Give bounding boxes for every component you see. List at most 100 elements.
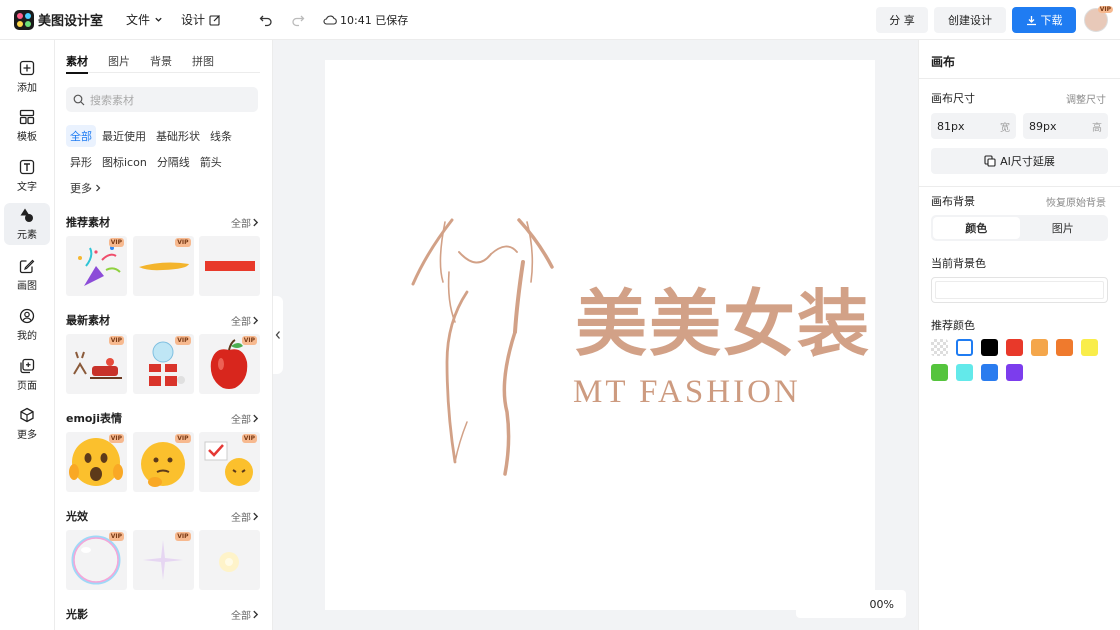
rail-label: 模板 (17, 132, 37, 143)
chevron-right-icon (253, 414, 259, 422)
template-icon (19, 109, 35, 125)
swatch-purple[interactable] (1006, 364, 1023, 381)
swatch-green[interactable] (931, 364, 948, 381)
see-all-label: 全部 (231, 610, 251, 622)
asset-glow[interactable] (199, 530, 260, 590)
swatch-light-orange[interactable] (1031, 339, 1048, 356)
vip-badge: VIP (108, 434, 124, 443)
tab-collage[interactable]: 拼图 (192, 53, 214, 73)
asset-red-bar[interactable] (199, 236, 260, 296)
ai-resize-button[interactable]: AI尺寸延展 (931, 148, 1108, 174)
red-bar-icon (205, 261, 255, 271)
zoom-level: 00% (869, 597, 894, 611)
share-button[interactable]: 分 享 (876, 7, 928, 33)
see-all-link[interactable]: 全部 (231, 215, 260, 230)
design-canvas[interactable]: 美美女装 MT FASHION (325, 60, 875, 610)
chip-all[interactable]: 全部 (66, 125, 96, 147)
vip-badge: VIP (108, 532, 124, 541)
rail-item-mine[interactable]: 我的 (4, 304, 50, 346)
rail-item-text[interactable]: 文字 (4, 155, 50, 197)
see-all-link[interactable]: 全部 (231, 411, 260, 426)
rail-item-more[interactable]: 更多 (4, 403, 50, 445)
app-logo[interactable]: 美图设计室 (14, 9, 114, 30)
chip-lines[interactable]: 线条 (206, 125, 236, 147)
ai-resize-label: AI尺寸延展 (1000, 155, 1055, 168)
section-title: 推荐素材 (66, 216, 110, 229)
download-icon (1026, 15, 1036, 25)
tool-rail: 添加 模板 文字 元素 画图 我的 页面 更多 (0, 40, 55, 630)
asset-sparkle[interactable]: VIP (132, 530, 194, 590)
tab-image[interactable]: 图片 (1020, 217, 1107, 239)
file-menu-label: 文件 (126, 13, 151, 27)
vip-badge: VIP (175, 238, 191, 247)
see-all-link[interactable]: 全部 (231, 313, 260, 328)
section-latest: 最新素材 全部 VIP VIP VIP (66, 312, 260, 394)
chevron-right-icon (253, 218, 259, 226)
asset-brush-stroke[interactable]: VIP (132, 236, 194, 296)
redo-button[interactable] (291, 13, 305, 27)
chip-more[interactable]: 更多 (66, 177, 106, 199)
swatch-yellow[interactable] (1081, 339, 1098, 356)
rail-item-page[interactable]: 页面 (4, 354, 50, 396)
swatch-red[interactable] (1006, 339, 1023, 356)
swatch-orange[interactable] (1056, 339, 1073, 356)
rail-item-draw[interactable]: 画图 (4, 254, 50, 296)
swatch-white[interactable] (956, 339, 973, 356)
resize-link[interactable]: 调整尺寸 (1066, 91, 1106, 106)
avatar[interactable]: VIP (1084, 6, 1113, 32)
create-design-button[interactable]: 创建设计 (934, 7, 1006, 33)
asset-snow-globe-gift[interactable]: VIP (132, 334, 194, 394)
swatch-black[interactable] (981, 339, 998, 356)
see-all-label: 全部 (231, 512, 251, 524)
undo-button[interactable] (259, 13, 273, 27)
tab-materials[interactable]: 素材 (66, 53, 88, 74)
color-swatches (931, 339, 1111, 389)
asset-reindeer-sleigh[interactable]: VIP (66, 334, 127, 394)
add-page-icon (20, 358, 35, 374)
zoom-control[interactable]: 00% (796, 590, 906, 618)
tab-images[interactable]: 图片 (108, 53, 130, 73)
vip-badge: VIP (108, 238, 124, 247)
asset-bubble[interactable]: VIP (66, 530, 127, 590)
chip-arrows[interactable]: 箭头 (196, 151, 226, 173)
restore-background-link[interactable]: 恢复原始背景 (1046, 194, 1106, 209)
asset-red-apple[interactable]: VIP (199, 334, 260, 394)
section-title: 光影 (66, 608, 88, 621)
ai-resize-icon (984, 155, 996, 167)
current-color-field[interactable] (931, 277, 1108, 303)
rail-item-add[interactable]: 添加 (4, 56, 50, 98)
design-menu[interactable]: 设计 (181, 11, 221, 28)
height-input[interactable]: 89px 高 (1023, 113, 1108, 139)
tab-backgrounds[interactable]: 背景 (150, 53, 172, 73)
asset-tabs: 素材 图片 背景 拼图 (66, 53, 260, 74)
file-menu[interactable]: 文件 (126, 11, 163, 28)
chip-recent[interactable]: 最近使用 (98, 125, 150, 147)
swatch-cyan[interactable] (956, 364, 973, 381)
width-input[interactable]: 81px 宽 (931, 113, 1016, 139)
save-status-text: 10:41 已保存 (340, 13, 409, 27)
chevron-right-icon (253, 610, 259, 618)
chip-basic-shapes[interactable]: 基础形状 (152, 125, 204, 147)
asset-party-popper[interactable]: VIP (66, 236, 127, 296)
search-input[interactable]: 搜索素材 (66, 87, 258, 112)
see-all-link[interactable]: 全部 (231, 607, 260, 622)
see-all-link[interactable]: 全部 (231, 509, 260, 524)
asset-shocked-emoji[interactable]: VIP (66, 432, 127, 492)
collapse-panel-handle[interactable] (273, 296, 283, 374)
asset-thinking-emoji[interactable]: VIP (132, 432, 194, 492)
pencil-square-icon (19, 259, 35, 274)
redo-icon (292, 15, 305, 26)
chip-irregular[interactable]: 异形 (66, 151, 96, 173)
fashion-silhouette-logo[interactable] (407, 212, 557, 477)
swatch-blue[interactable] (981, 364, 998, 381)
asset-check-emoji[interactable]: VIP (199, 432, 260, 492)
brand-chinese-text[interactable]: 美美女装 (575, 288, 871, 360)
chip-icons[interactable]: 图标icon (98, 151, 151, 173)
rail-item-template[interactable]: 模板 (4, 105, 50, 147)
chip-dividers[interactable]: 分隔线 (153, 151, 194, 173)
brand-english-text[interactable]: MT FASHION (573, 374, 801, 410)
swatch-transparent[interactable] (931, 339, 948, 356)
rail-item-element[interactable]: 元素 (4, 203, 50, 245)
download-button[interactable]: 下载 (1012, 7, 1076, 33)
tab-color[interactable]: 颜色 (933, 217, 1020, 239)
